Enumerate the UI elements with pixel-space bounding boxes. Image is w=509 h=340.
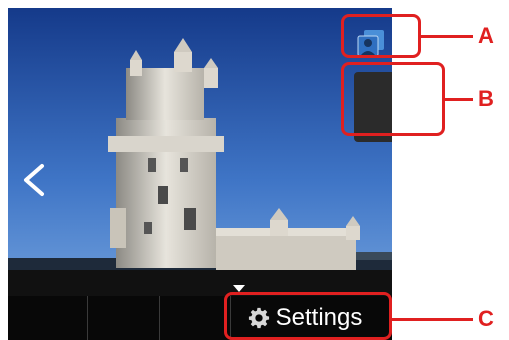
softkey-center-left[interactable]	[88, 296, 160, 340]
chevron-right-icon	[408, 164, 428, 196]
softkey-center[interactable]	[160, 296, 231, 340]
callout-line-b	[445, 98, 473, 101]
callout-label-a: A	[478, 23, 494, 48]
callout-label-c: C	[478, 306, 494, 331]
softkey-left[interactable]	[8, 296, 88, 340]
callout-line-a	[421, 35, 473, 38]
callout-box-c	[224, 292, 392, 340]
callout-label-b: B	[478, 86, 494, 111]
next-photo-button[interactable]	[402, 160, 434, 200]
callout-line-c	[392, 318, 473, 321]
callout-box-b	[341, 62, 445, 136]
lcd-screen: 2 1	[8, 8, 392, 340]
previous-photo-button[interactable]	[18, 160, 50, 200]
preview-photo	[8, 8, 392, 296]
callout-box-a	[341, 14, 421, 58]
chevron-left-icon	[24, 164, 44, 196]
